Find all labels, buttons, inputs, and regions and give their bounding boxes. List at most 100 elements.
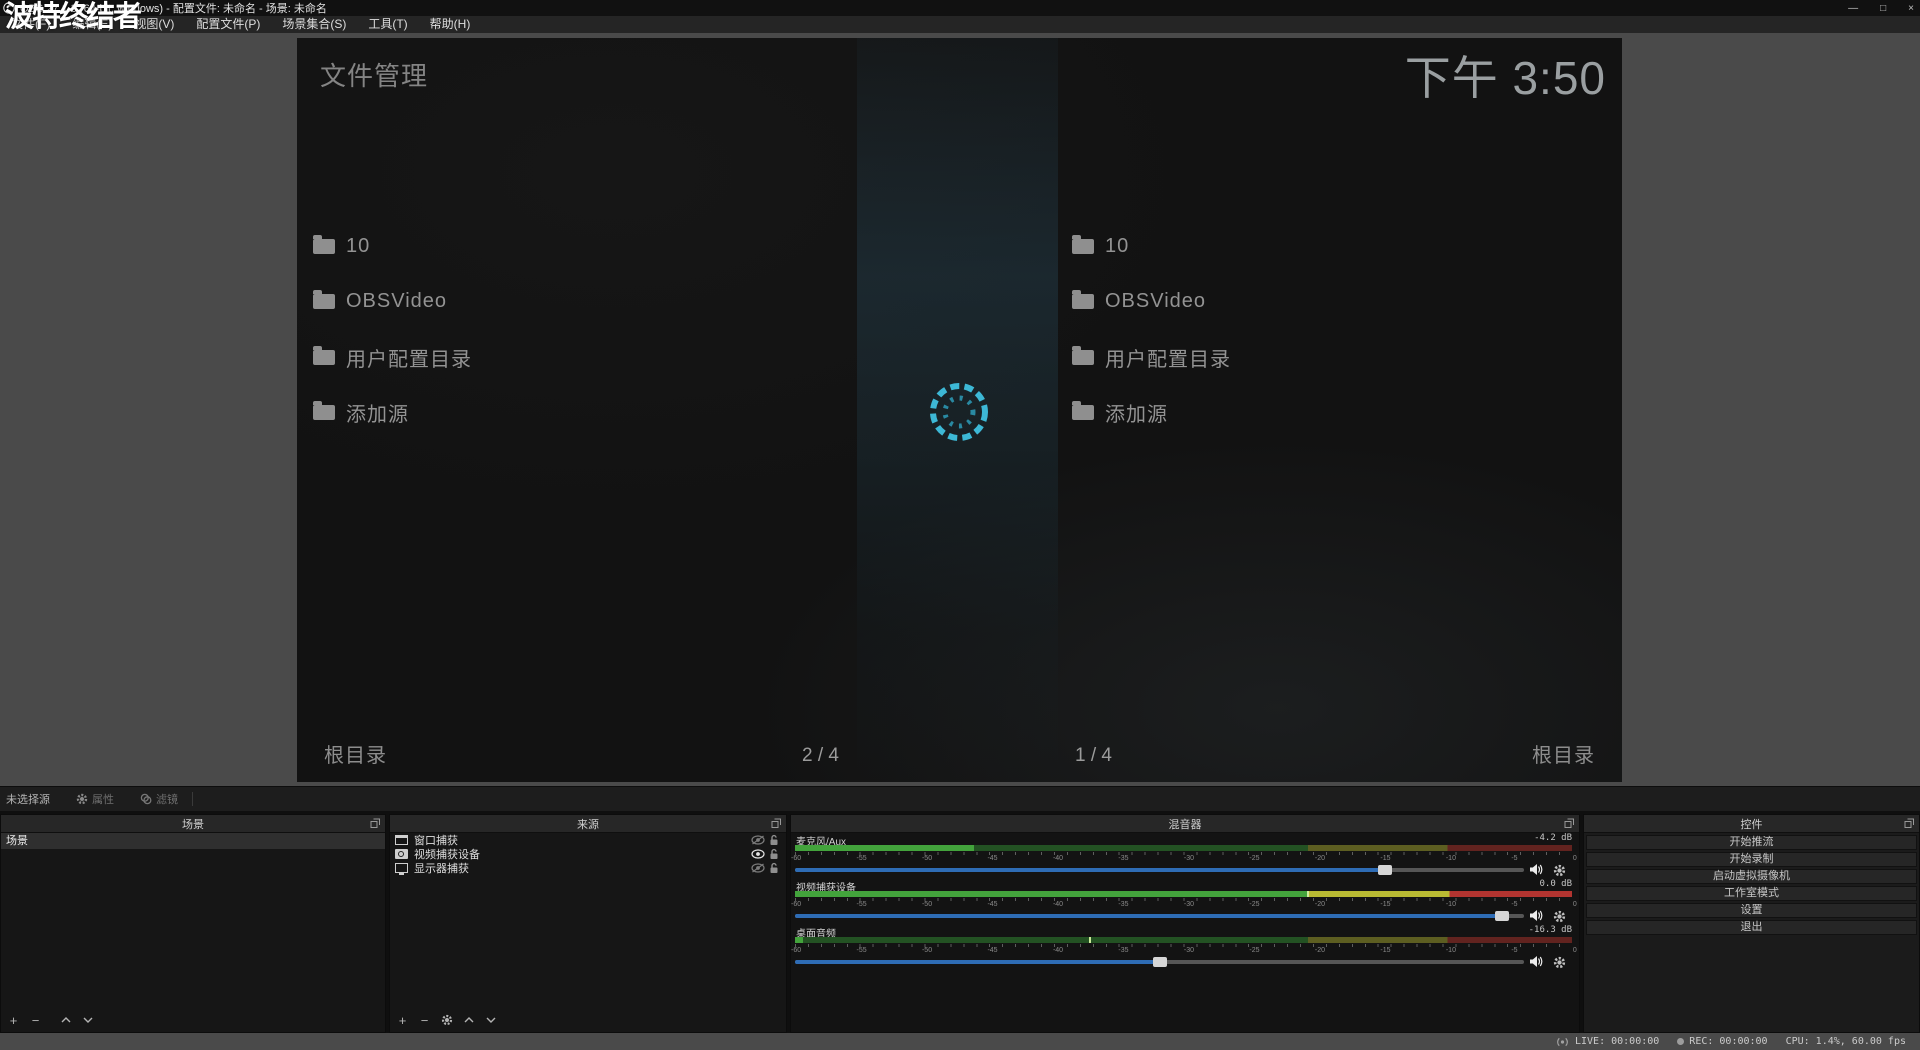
- move-source-up-button[interactable]: [462, 1014, 475, 1027]
- folder-name: 添加源: [346, 398, 409, 427]
- file-list-item[interactable]: 10: [1058, 231, 1622, 261]
- lock-icon[interactable]: [766, 834, 782, 846]
- close-button[interactable]: ×: [1908, 3, 1914, 14]
- properties-button[interactable]: 属性: [76, 791, 114, 807]
- control-button[interactable]: 开始录制: [1586, 852, 1917, 867]
- program-canvas[interactable]: 文件管理 下午 3:50 10 OBSVideo: [297, 38, 1622, 782]
- menu-item[interactable]: 场景集合(S): [271, 16, 357, 33]
- sources-toolbar: + −: [390, 1011, 497, 1029]
- folder-icon: [313, 239, 335, 254]
- mixer-dock-header[interactable]: 混音器: [791, 815, 1579, 833]
- folder-name: 添加源: [1105, 398, 1168, 427]
- file-list-item[interactable]: OBSVideo: [1058, 287, 1622, 317]
- lock-icon[interactable]: [766, 848, 782, 860]
- db-tick-label: -55: [856, 901, 866, 909]
- control-button[interactable]: 工作室模式: [1586, 886, 1917, 901]
- sources-dock-title: 来源: [577, 816, 599, 832]
- add-source-button[interactable]: +: [396, 1014, 409, 1027]
- broadcast-icon: [1555, 1037, 1570, 1047]
- maximize-button[interactable]: □: [1880, 3, 1886, 14]
- file-list-item[interactable]: 10: [297, 231, 857, 261]
- volume-slider-handle[interactable]: [1378, 865, 1392, 875]
- dock-popout-icon[interactable]: [370, 818, 381, 829]
- control-button[interactable]: 开始推流: [1586, 835, 1917, 850]
- volume-slider[interactable]: [795, 910, 1524, 922]
- remove-source-button[interactable]: −: [418, 1014, 431, 1027]
- scenes-dock-header[interactable]: 场景: [1, 815, 385, 833]
- source-list-item[interactable]: 窗口捕获: [390, 833, 786, 847]
- speaker-icon[interactable]: [1529, 955, 1543, 973]
- db-tick-label: -5: [1511, 901, 1517, 909]
- source-properties-button[interactable]: [440, 1014, 453, 1027]
- eye-hidden-icon[interactable]: [750, 863, 766, 873]
- loading-spinner-icon: [927, 380, 991, 444]
- mixer-dock-title: 混音器: [1169, 816, 1202, 832]
- live-timer: LIVE: 00:00:00: [1575, 1036, 1659, 1047]
- add-scene-button[interactable]: +: [7, 1014, 20, 1027]
- db-tick-label: -50: [922, 901, 932, 909]
- folder-name: 10: [346, 235, 370, 258]
- peak-indicator: [1089, 937, 1091, 943]
- db-tick-label: -5: [1511, 855, 1517, 863]
- controls-dock-header[interactable]: 控件: [1584, 815, 1919, 833]
- file-list-item[interactable]: 用户配置目录: [297, 342, 857, 372]
- filter-icon: [140, 793, 152, 805]
- peak-indicator: [1307, 891, 1309, 897]
- move-source-down-button[interactable]: [484, 1014, 497, 1027]
- sources-dock: 来源 窗口捕获: [389, 814, 787, 1033]
- toolbar-separator: [192, 792, 193, 806]
- camera-icon: [395, 849, 408, 859]
- menu-item[interactable]: 帮助(H): [419, 16, 482, 33]
- folder-icon: [1072, 350, 1094, 365]
- db-tick-label: -45: [987, 947, 997, 955]
- folder-icon: [313, 350, 335, 365]
- remove-scene-button[interactable]: −: [29, 1014, 42, 1027]
- eye-hidden-icon[interactable]: [750, 835, 766, 845]
- scenes-dock: 场景 场景 + −: [0, 814, 386, 1033]
- obs-main-window: OBS 27.1.3 (64-bit, windows) - 配置文件: 未命名…: [0, 0, 1920, 1050]
- file-list-item[interactable]: 添加源: [297, 398, 857, 428]
- minimize-button[interactable]: —: [1848, 3, 1858, 14]
- menu-item[interactable]: 配置文件(P): [185, 16, 271, 33]
- controls-dock-title: 控件: [1741, 816, 1763, 832]
- menu-item[interactable]: 工具(T): [357, 16, 418, 33]
- dock-popout-icon[interactable]: [1564, 818, 1575, 829]
- dock-popout-icon[interactable]: [1904, 818, 1915, 829]
- sources-dock-header[interactable]: 来源: [390, 815, 786, 833]
- db-tick-label: -35: [1118, 855, 1128, 863]
- lock-icon[interactable]: [766, 862, 782, 874]
- volume-slider-handle[interactable]: [1153, 957, 1167, 967]
- db-tick-label: 0: [1573, 947, 1577, 955]
- move-scene-down-button[interactable]: [81, 1014, 94, 1027]
- db-tick-label: -35: [1118, 901, 1128, 909]
- menu-bar: 文件(F)编辑(E)视图(V)配置文件(P)场景集合(S)工具(T)帮助(H): [0, 16, 1920, 33]
- scenes-dock-title: 场景: [182, 816, 204, 832]
- file-list-item[interactable]: 添加源: [1058, 398, 1622, 428]
- volume-slider[interactable]: [795, 864, 1524, 876]
- dock-row: 场景 场景 + − 来源: [0, 811, 1920, 1033]
- scene-list-item[interactable]: 场景: [1, 833, 385, 849]
- volume-slider-handle[interactable]: [1495, 911, 1509, 921]
- db-tick-label: -50: [922, 855, 932, 863]
- audio-source-name: 视频捕获设备: [796, 879, 856, 890]
- file-pane-right: 10 OBSVideo 用户配置目录: [1058, 38, 1622, 782]
- move-scene-up-button[interactable]: [59, 1014, 72, 1027]
- source-list-item[interactable]: 显示器捕获: [390, 861, 786, 875]
- file-list-item[interactable]: OBSVideo: [297, 287, 857, 317]
- control-button[interactable]: 启动虚拟摄像机: [1586, 869, 1917, 884]
- filters-button[interactable]: 滤镜: [140, 791, 178, 807]
- folder-icon: [313, 294, 335, 309]
- source-list-item[interactable]: 视频捕获设备: [390, 847, 786, 861]
- db-tick-label: -10: [1446, 901, 1456, 909]
- title-bar[interactable]: OBS 27.1.3 (64-bit, windows) - 配置文件: 未命名…: [0, 0, 1920, 16]
- eye-visible-icon[interactable]: [750, 849, 766, 859]
- controls-dock: 控件 开始推流开始录制启动虚拟摄像机工作室模式设置退出: [1583, 814, 1920, 1033]
- gear-icon[interactable]: [1553, 956, 1566, 974]
- db-tick-label: -45: [987, 855, 997, 863]
- db-tick-label: -25: [1249, 947, 1259, 955]
- volume-slider[interactable]: [795, 956, 1524, 968]
- file-list-item[interactable]: 用户配置目录: [1058, 342, 1622, 372]
- control-button[interactable]: 设置: [1586, 903, 1917, 918]
- control-button[interactable]: 退出: [1586, 920, 1917, 935]
- dock-popout-icon[interactable]: [771, 818, 782, 829]
